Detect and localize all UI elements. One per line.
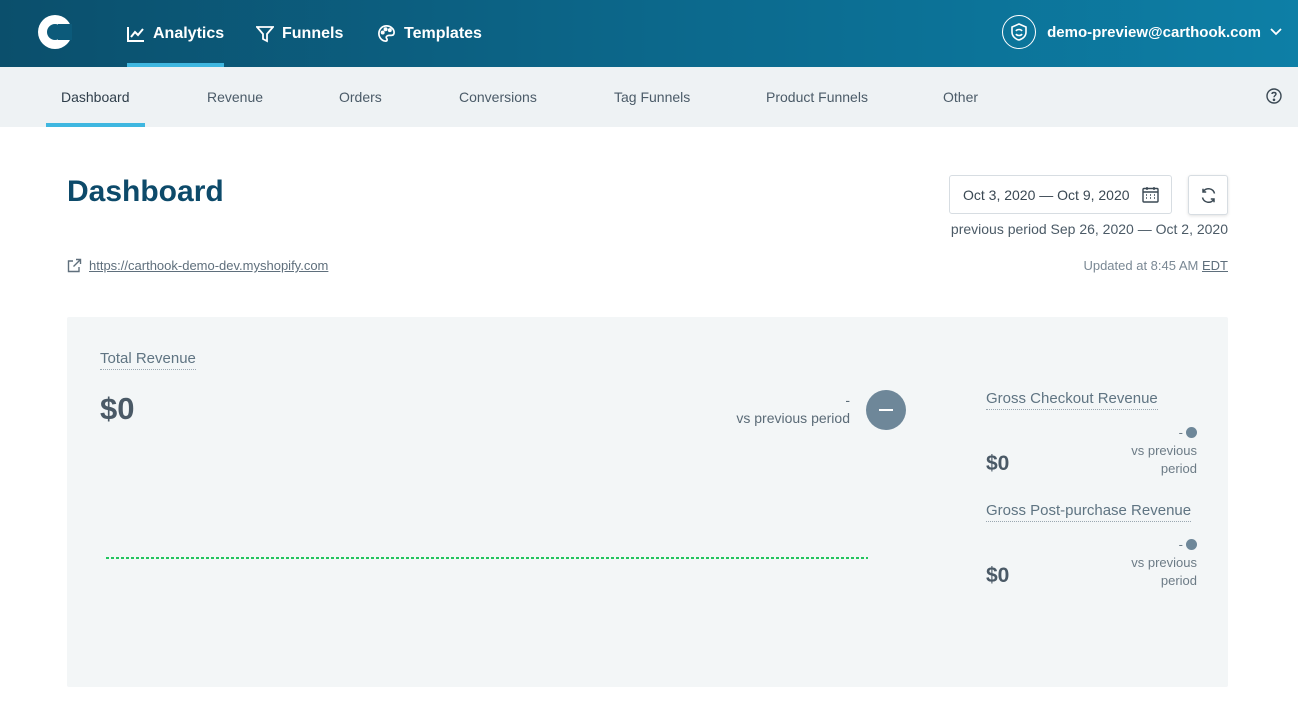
gross-checkout-change: - <box>1178 425 1183 440</box>
line-chart-icon <box>127 26 144 42</box>
total-revenue-comparison: - vs previous period <box>736 391 850 427</box>
tab-revenue[interactable]: Revenue <box>207 67 263 127</box>
user-email: demo-preview@carthook.com <box>1047 23 1261 41</box>
gross-post-purchase-revenue-value: $0 <box>986 564 1010 587</box>
user-menu[interactable]: demo-preview@carthook.com <box>1002 14 1282 50</box>
period-label: period <box>1160 461 1197 476</box>
chevron-down-icon <box>1270 28 1282 36</box>
sub-navigation: Dashboard Revenue Orders Conversions Tag… <box>0 67 1298 127</box>
nav-templates[interactable]: Templates <box>377 0 482 67</box>
gross-checkout-revenue-block: Gross Checkout Revenue - vs previous per… <box>986 390 1200 476</box>
carthook-logo[interactable] <box>38 15 72 49</box>
status-dot <box>1186 539 1197 550</box>
total-revenue-label[interactable]: Total Revenue <box>100 350 196 370</box>
tab-other[interactable]: Other <box>943 67 978 127</box>
shield-icon <box>1002 15 1037 49</box>
revenue-chart <box>106 557 868 559</box>
gross-post-purchase-revenue-label[interactable]: Gross Post-purchase Revenue <box>986 502 1192 522</box>
palette-icon <box>378 25 395 42</box>
tab-dashboard[interactable]: Dashboard <box>46 67 144 127</box>
revenue-card: Total Revenue $0 - vs previous period Gr… <box>67 317 1228 687</box>
gross-post-purchase-revenue-block: Gross Post-purchase Revenue - vs previou… <box>986 502 1200 588</box>
refresh-button[interactable] <box>1188 175 1228 215</box>
no-change-indicator <box>866 390 906 430</box>
total-revenue-change: - <box>845 392 850 408</box>
refresh-icon <box>1201 187 1215 203</box>
updated-text: Updated at 8:45 AM <box>1083 258 1199 273</box>
nav-analytics-label: Analytics <box>153 24 225 42</box>
vs-previous-period-label: vs previous period <box>736 410 850 426</box>
top-header: Analytics Funnels Templates demo-preview… <box>0 0 1298 67</box>
gross-checkout-revenue-label[interactable]: Gross Checkout Revenue <box>986 390 1158 410</box>
gross-post-purchase-comparison: - vs previous period <box>1131 536 1197 590</box>
date-range-value: Oct 3, 2020 — Oct 9, 2020 <box>963 186 1130 203</box>
total-revenue-value: $0 <box>100 391 135 426</box>
gross-post-purchase-change: - <box>1178 537 1183 552</box>
date-range-picker[interactable]: Oct 3, 2020 — Oct 9, 2020 <box>949 175 1172 214</box>
store-url-link[interactable]: https://carthook-demo-dev.myshopify.com <box>89 258 328 273</box>
gross-checkout-comparison: - vs previous period <box>1131 424 1197 478</box>
nav-funnels-label: Funnels <box>282 24 344 42</box>
nav-funnels[interactable]: Funnels <box>256 0 343 67</box>
vs-previous-label: vs previous <box>1131 555 1197 570</box>
nav-templates-label: Templates <box>404 24 482 42</box>
help-icon[interactable] <box>1266 88 1282 104</box>
external-link-icon <box>67 258 82 273</box>
tab-orders[interactable]: Orders <box>339 67 382 127</box>
period-label: period <box>1160 573 1197 588</box>
tab-product-funnels[interactable]: Product Funnels <box>766 67 868 127</box>
timezone-link[interactable]: EDT <box>1202 258 1228 273</box>
funnel-icon <box>256 25 274 42</box>
gross-checkout-revenue-value: $0 <box>986 452 1010 475</box>
page-title: Dashboard <box>67 175 224 208</box>
tab-conversions[interactable]: Conversions <box>459 67 537 127</box>
calendar-icon <box>1142 187 1159 203</box>
vs-previous-label: vs previous <box>1131 443 1197 458</box>
store-link-row: https://carthook-demo-dev.myshopify.com <box>67 258 328 273</box>
previous-period-text: previous period Sep 26, 2020 — Oct 2, 20… <box>950 221 1228 237</box>
status-dot <box>1186 427 1197 438</box>
nav-analytics[interactable]: Analytics <box>127 0 225 67</box>
tab-tag-funnels[interactable]: Tag Funnels <box>614 67 690 127</box>
updated-timestamp: Updated at 8:45 AM EDT <box>1083 258 1228 273</box>
